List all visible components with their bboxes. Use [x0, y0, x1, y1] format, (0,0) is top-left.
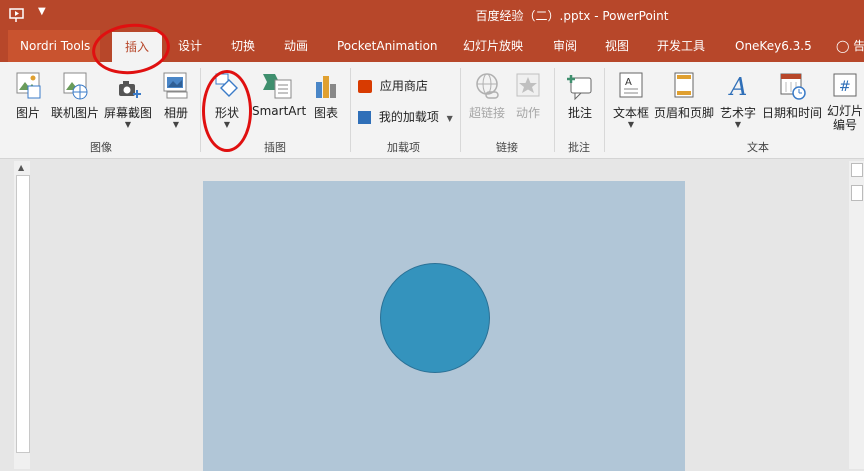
hyperlink-button[interactable]: 超链接: [468, 70, 506, 121]
group-label-comments: 批注: [568, 141, 590, 154]
online-picture-button[interactable]: 联机图片: [51, 70, 99, 121]
textbox-button[interactable]: A 文本框 ▼: [611, 70, 651, 129]
lightbulb-icon: ◯: [836, 39, 850, 53]
tab-design[interactable]: 设计: [178, 30, 202, 62]
calendar-icon: [780, 73, 806, 100]
hyperlink-icon: [476, 73, 499, 99]
scroll-up-arrow-icon[interactable]: [851, 163, 863, 177]
tab-review[interactable]: 审阅: [553, 30, 577, 62]
svg-text:#: #: [839, 79, 851, 95]
group-label-images: 图像: [90, 141, 112, 154]
chevron-down-icon: ▼: [446, 114, 453, 123]
chevron-down-icon: ▼: [627, 120, 635, 129]
tab-transitions[interactable]: 切换: [231, 30, 255, 62]
slide-number-button[interactable]: # 幻灯片编号: [826, 70, 864, 132]
group-label-links: 链接: [496, 141, 518, 154]
tab-developer[interactable]: 开发工具: [657, 30, 705, 62]
tab-view[interactable]: 视图: [605, 30, 629, 62]
group-label-text: 文本: [747, 141, 769, 154]
addin-cube-icon: [358, 111, 371, 124]
vertical-scrollbar[interactable]: [849, 161, 864, 469]
online-picture-icon: [63, 72, 88, 100]
bar-chart-icon: [316, 76, 336, 98]
thumbnail-scrollbar[interactable]: ▲: [14, 161, 30, 469]
textbox-icon: A: [619, 72, 643, 98]
group-label-illustrations: 插图: [264, 141, 286, 154]
screenshot-button[interactable]: 屏幕截图 ▼: [104, 70, 152, 129]
photo-album-icon: [163, 72, 188, 99]
picture-button[interactable]: 图片: [12, 70, 44, 121]
group-label-addins: 加载项: [387, 141, 420, 154]
tab-onekey[interactable]: OneKey6.3.5: [735, 30, 812, 62]
tab-tell-me[interactable]: ◯ 告: [836, 30, 864, 62]
svg-text:A: A: [728, 73, 747, 101]
photo-album-button[interactable]: 相册 ▼: [160, 70, 192, 129]
group-divider: [200, 68, 201, 152]
header-footer-icon: [674, 72, 694, 98]
my-addins-button[interactable]: 我的加载项 ▼: [358, 108, 453, 125]
group-divider: [554, 68, 555, 152]
svg-text:A: A: [625, 77, 632, 88]
chevron-down-icon: ▼: [172, 120, 180, 129]
scrollbar-thumb[interactable]: [16, 175, 30, 453]
scroll-up-arrow-icon[interactable]: ▲: [18, 163, 24, 172]
smartart-icon: [263, 74, 292, 99]
tab-pocketanimation[interactable]: PocketAnimation: [337, 30, 438, 62]
wordart-button[interactable]: A 艺术字 ▼: [719, 70, 757, 129]
group-divider: [350, 68, 351, 152]
chevron-down-icon: ▼: [124, 120, 132, 129]
circle-shape[interactable]: [380, 263, 490, 373]
camera-icon: [119, 81, 141, 98]
tab-nordri-tools[interactable]: Nordri Tools: [8, 30, 100, 62]
picture-icon: [16, 72, 41, 99]
tab-animations[interactable]: 动画: [284, 30, 308, 62]
wordart-icon: A: [728, 73, 747, 101]
comment-icon: [567, 75, 592, 101]
store-icon: [358, 80, 372, 93]
comment-button[interactable]: 批注: [563, 70, 597, 121]
group-divider: [604, 68, 605, 152]
chevron-down-icon: ▼: [734, 120, 742, 129]
datetime-button[interactable]: 日期和时间: [761, 70, 823, 121]
smartart-button[interactable]: SmartArt: [252, 70, 306, 118]
action-button[interactable]: 动作: [512, 70, 544, 121]
store-button[interactable]: 应用商店: [358, 77, 428, 94]
window-title: 百度经验（二）.pptx - PowerPoint: [475, 9, 669, 23]
group-divider: [460, 68, 461, 152]
chart-button[interactable]: 图表: [310, 70, 342, 121]
annotation-circle-shapes: [202, 70, 252, 152]
ribbon: 图片 联机图片 屏幕截图 ▼ 相册 ▼ 图像 形状 ▼ SmartArt 图表 …: [0, 20, 864, 159]
scrollbar-thumb[interactable]: [851, 185, 863, 201]
tab-slide-show[interactable]: 幻灯片放映: [463, 30, 523, 62]
header-footer-button[interactable]: 页眉和页脚: [654, 70, 714, 121]
slide-number-icon: #: [833, 73, 857, 97]
action-star-icon: [516, 73, 540, 97]
